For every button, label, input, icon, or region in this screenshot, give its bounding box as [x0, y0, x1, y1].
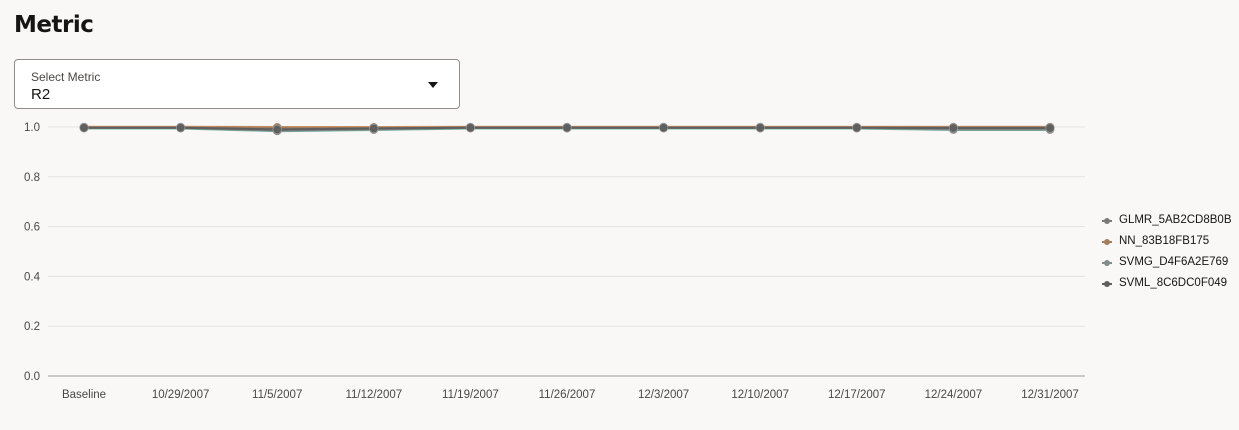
y-tick-label: 0.2	[24, 321, 40, 333]
legend-label: NN_83B18FB175	[1119, 235, 1210, 247]
y-tick-label: 0.6	[24, 222, 40, 234]
legend-item[interactable]: GLMR_5AB2CD8B0B	[1100, 212, 1232, 233]
x-tick-label: 12/3/2007	[638, 389, 689, 401]
data-point[interactable]	[659, 123, 669, 133]
data-point[interactable]	[1045, 123, 1055, 133]
x-tick-label: 11/12/2007	[345, 389, 402, 401]
metric-page: Metric Select Metric R2 0.0 0.2 0.4 0.6 0.8 1…	[0, 0, 1239, 430]
data-point[interactable]	[79, 123, 89, 133]
x-axis-ticks: Baseline 10/29/2007 11/5/2007 11/12/2007 11/…	[62, 389, 1079, 401]
legend-item[interactable]: SVMG_D4F6A2E769	[1100, 254, 1232, 275]
data-point[interactable]	[562, 123, 572, 133]
x-tick-label: 11/19/2007	[442, 389, 499, 401]
legend-item[interactable]: SVML_8C6DC0F049	[1100, 275, 1232, 296]
data-point[interactable]	[948, 123, 958, 133]
x-tick-label: 12/31/2007	[1021, 389, 1079, 401]
data-point[interactable]	[272, 124, 282, 134]
legend-item[interactable]: NN_83B18FB175	[1100, 233, 1232, 254]
y-tick-label: 0.0	[24, 371, 40, 383]
x-tick-label: 11/5/2007	[252, 389, 302, 401]
x-tick-label: 12/17/2007	[828, 389, 886, 401]
data-point[interactable]	[852, 123, 862, 133]
x-tick-label: 10/29/2007	[152, 389, 210, 401]
data-point[interactable]	[755, 123, 765, 133]
chart-legend: GLMR_5AB2CD8B0B NN_83B18FB175 SVMG_D4F6A2E…	[1100, 212, 1232, 296]
x-tick-label: 12/10/2007	[731, 389, 789, 401]
y-tick-label: 1.0	[24, 122, 40, 134]
chart-grid	[48, 126, 1085, 327]
legend-label: SVML_8C6DC0F049	[1119, 277, 1228, 289]
data-point[interactable]	[176, 123, 186, 133]
legend-swatch	[1100, 275, 1114, 292]
y-tick-label: 0.8	[24, 172, 40, 184]
y-tick-label: 0.4	[24, 271, 41, 283]
x-tick-label: Baseline	[62, 389, 106, 401]
legend-swatch	[1100, 212, 1114, 229]
x-tick-label: 12/24/2007	[925, 389, 983, 401]
legend-label: SVMG_D4F6A2E769	[1119, 256, 1229, 268]
line-chart: 0.0 0.2 0.4 0.6 0.8 1.0 Baseline 10/29/2007 11/…	[24, 122, 1085, 401]
legend-swatch	[1100, 233, 1114, 250]
y-axis-ticks: 0.0 0.2 0.4 0.6 0.8 1.0	[24, 122, 41, 383]
legend-swatch	[1100, 254, 1114, 271]
legend-label: GLMR_5AB2CD8B0B	[1119, 214, 1232, 226]
x-tick-label: 11/26/2007	[539, 389, 596, 401]
data-point[interactable]	[369, 123, 379, 133]
data-point[interactable]	[465, 123, 475, 133]
